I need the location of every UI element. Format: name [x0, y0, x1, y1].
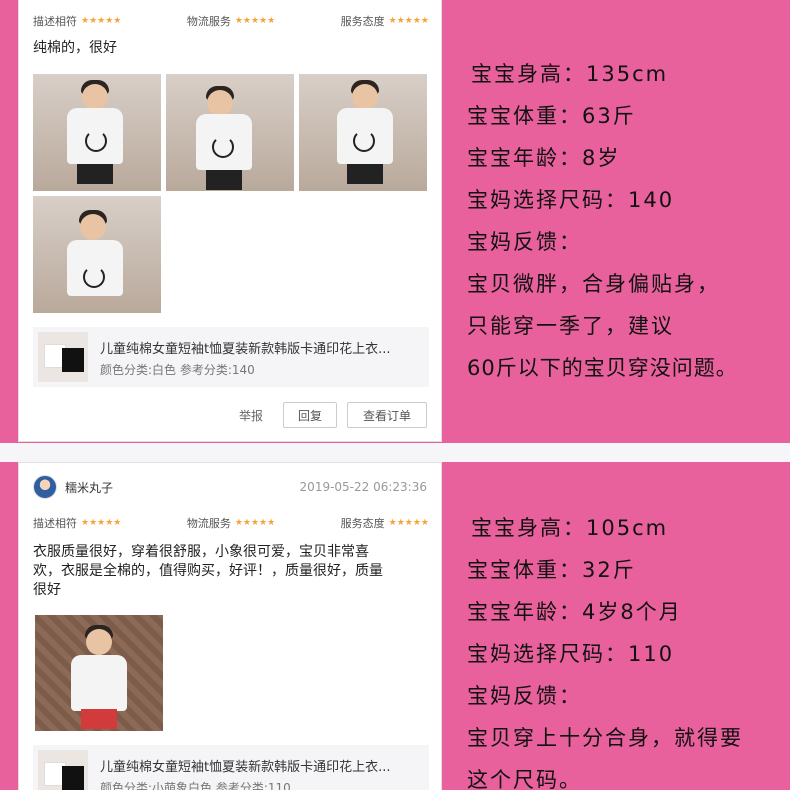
rating-label: 描述相符 [33, 15, 77, 28]
review-photo[interactable] [299, 74, 427, 191]
product-variant: 颜色分类:小萌象白色 参考分类:110 [100, 781, 291, 790]
panel-line: 宝妈选择尺码：110 [467, 642, 675, 666]
rating-label: 物流服务 [186, 15, 231, 28]
rating-label: 服务态度 [340, 517, 385, 530]
panel-line: 宝妈选择尺码：140 [467, 188, 675, 212]
rating-row: 描述相符 ★★★★★ 物流服务 ★★★★★ 服务态度 ★★★★★ [33, 13, 429, 29]
review-card-2: 糯米丸子 2019-05-22 06:23:36 描述相符 ★★★★★ 物流服务… [18, 462, 442, 790]
username: 糯米丸子 [65, 480, 114, 495]
review-timestamp: 2019-05-22 06:23:36 [299, 480, 427, 494]
review-text-line: 很好 [33, 582, 61, 598]
review-actions: 举报 回复 查看订单 [239, 402, 427, 428]
stars-icon: ★★★★★ [81, 518, 122, 528]
reviewer: 糯米丸子 [33, 475, 113, 499]
view-order-button[interactable]: 查看订单 [347, 402, 427, 428]
product-title: 儿童纯棉女童短袖t恤夏装新款韩版卡通印花上衣... [100, 760, 391, 775]
rating-label: 物流服务 [186, 517, 231, 530]
review-text: 纯棉的，很好 [33, 40, 117, 56]
panel-line: 宝妈反馈： [467, 684, 582, 708]
product-thumbnail [38, 332, 88, 382]
stars-icon: ★★★★★ [234, 518, 276, 528]
rating-logistics: 物流服务 ★★★★★ [187, 515, 275, 531]
avatar[interactable] [33, 475, 57, 499]
rating-description: 描述相符 ★★★★★ [33, 515, 121, 531]
stars-icon: ★★★★★ [388, 518, 429, 528]
product-thumbnail [38, 750, 88, 790]
review-photo[interactable] [33, 196, 161, 313]
review-text-line: 衣服质量很好，穿着很舒服，小象很可爱，宝贝非常喜 [33, 544, 369, 560]
panel-line: 宝宝年龄：4岁8个月 [467, 600, 682, 624]
stars-icon: ★★★★★ [388, 16, 429, 26]
stars-icon: ★★★★★ [234, 16, 276, 26]
product-link[interactable]: 儿童纯棉女童短袖t恤夏装新款韩版卡通印花上衣... 颜色分类:小萌象白色 参考分… [33, 745, 429, 790]
size-info-panel-1: 宝宝身高：135cm 宝宝体重：63斤 宝宝年龄：8岁 宝妈选择尺码：140 宝… [447, 0, 790, 443]
review-photo[interactable] [35, 615, 163, 731]
report-link[interactable]: 举报 [239, 407, 263, 424]
review-card-1: 描述相符 ★★★★★ 物流服务 ★★★★★ 服务态度 ★★★★★ 纯棉的，很好 [18, 0, 442, 442]
panel-line: 宝宝身高：105cm [471, 516, 669, 540]
left-pink-stripe-bottom [0, 462, 14, 790]
rating-description: 描述相符 ★★★★★ [33, 13, 121, 29]
panel-line: 宝宝年龄：8岁 [467, 146, 621, 170]
panel-line: 宝贝穿上十分合身，就得要 [467, 726, 743, 750]
stars-icon: ★★★★★ [81, 16, 122, 26]
section-divider [0, 443, 790, 462]
rating-row: 描述相符 ★★★★★ 物流服务 ★★★★★ 服务态度 ★★★★★ [33, 515, 429, 531]
panel-line: 这个尺码。 [467, 768, 582, 790]
rating-logistics: 物流服务 ★★★★★ [187, 13, 275, 29]
rating-label: 服务态度 [340, 15, 385, 28]
panel-line: 宝妈反馈： [467, 230, 582, 254]
review-text-line: 欢，衣服是全棉的，值得购买，好评！，质量很好，质量 [33, 563, 383, 579]
review-photo[interactable] [166, 74, 294, 191]
reply-button[interactable]: 回复 [283, 402, 337, 428]
product-link[interactable]: 儿童纯棉女童短袖t恤夏装新款韩版卡通印花上衣... 颜色分类:白色 参考分类:1… [33, 327, 429, 387]
product-variant: 颜色分类:白色 参考分类:140 [100, 363, 255, 377]
rating-service: 服务态度 ★★★★★ [341, 515, 429, 531]
product-title: 儿童纯棉女童短袖t恤夏装新款韩版卡通印花上衣... [100, 342, 391, 357]
panel-line: 宝宝身高：135cm [471, 62, 669, 86]
review-text: 衣服质量很好，穿着很舒服，小象很可爱，宝贝非常喜 欢，衣服是全棉的，值得购买，好… [33, 543, 383, 600]
rating-label: 描述相符 [33, 517, 77, 530]
size-info-panel-2: 宝宝身高：105cm 宝宝体重：32斤 宝宝年龄：4岁8个月 宝妈选择尺码：11… [447, 462, 790, 790]
review-photo[interactable] [33, 74, 161, 191]
panel-line: 只能穿一季了，建议 [467, 314, 674, 338]
panel-line: 宝宝体重：63斤 [467, 104, 636, 128]
panel-line: 60斤以下的宝贝穿没问题。 [467, 356, 738, 380]
panel-line: 宝贝微胖，合身偏贴身， [467, 272, 720, 296]
panel-line: 宝宝体重：32斤 [467, 558, 636, 582]
rating-service: 服务态度 ★★★★★ [341, 13, 429, 29]
